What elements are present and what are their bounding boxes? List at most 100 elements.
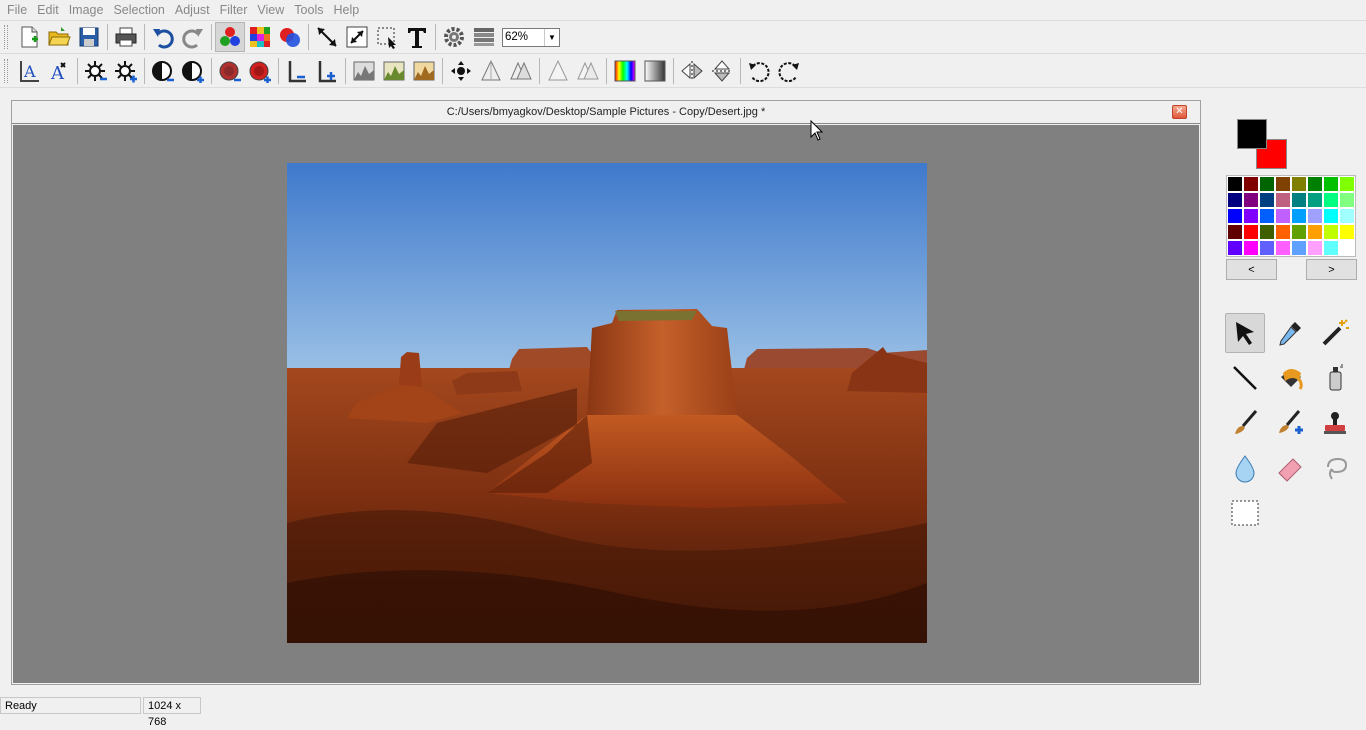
palette-swatch[interactable] [1323, 208, 1339, 224]
contrast-increase-button[interactable] [178, 56, 208, 86]
move-cross-button[interactable] [446, 56, 476, 86]
eyedropper-tool[interactable] [1270, 313, 1310, 353]
histogram-gray-button[interactable] [349, 56, 379, 86]
palette-swatch[interactable] [1291, 208, 1307, 224]
spray-can-tool[interactable] [1315, 358, 1355, 398]
brush-tool[interactable] [1225, 403, 1265, 443]
rect-select-tool[interactable] [1225, 493, 1265, 533]
brightness-increase-button[interactable] [111, 56, 141, 86]
palette-swatch[interactable] [1259, 192, 1275, 208]
palette-swatch[interactable] [1291, 224, 1307, 240]
auto-contrast-button[interactable]: A [44, 56, 74, 86]
contrast-decrease-button[interactable] [148, 56, 178, 86]
menu-adjust[interactable]: Adjust [170, 0, 215, 20]
open-button[interactable] [44, 22, 74, 52]
palette-swatch[interactable] [1291, 240, 1307, 256]
palette-swatch[interactable] [1323, 224, 1339, 240]
document-title-bar[interactable]: C:/Users/bmyagkov/Desktop/Sample Picture… [12, 101, 1200, 124]
palette-swatch[interactable] [1227, 240, 1243, 256]
palette-swatch[interactable] [1259, 240, 1275, 256]
palette-swatch[interactable] [1307, 176, 1323, 192]
menu-edit[interactable]: Edit [32, 0, 64, 20]
blur-more-button[interactable] [573, 56, 603, 86]
palette-swatch[interactable] [1275, 240, 1291, 256]
save-button[interactable] [74, 22, 104, 52]
resize-button[interactable] [342, 22, 372, 52]
flip-vertical-button[interactable] [707, 56, 737, 86]
levels-decrease-button[interactable] [282, 56, 312, 86]
sharpen-more-button[interactable] [506, 56, 536, 86]
palette-swatch[interactable] [1275, 224, 1291, 240]
palette-swatch[interactable] [1339, 224, 1355, 240]
zoom-select[interactable]: 62% ▼ [502, 27, 560, 47]
select-crop-button[interactable] [372, 22, 402, 52]
eraser-tool[interactable] [1270, 448, 1310, 488]
clone-brush-tool[interactable] [1270, 403, 1310, 443]
palette-swatch[interactable] [1259, 208, 1275, 224]
menu-view[interactable]: View [252, 0, 289, 20]
histogram-brown-button[interactable] [409, 56, 439, 86]
desert-photo[interactable] [287, 163, 927, 643]
rotate-left-button[interactable] [744, 56, 774, 86]
rotate-right-button[interactable] [774, 56, 804, 86]
menu-filter[interactable]: Filter [215, 0, 253, 20]
undo-button[interactable] [148, 22, 178, 52]
print-button[interactable] [111, 22, 141, 52]
palette-swatch[interactable] [1243, 176, 1259, 192]
saturation-increase-button[interactable] [245, 56, 275, 86]
menu-help[interactable]: Help [328, 0, 364, 20]
palette-swatch[interactable] [1339, 208, 1355, 224]
close-document-button[interactable]: ✕ [1172, 105, 1187, 119]
palette-swatch[interactable] [1307, 208, 1323, 224]
palette-swatch[interactable] [1339, 192, 1355, 208]
menu-selection[interactable]: Selection [108, 0, 169, 20]
menu-tools[interactable]: Tools [289, 0, 328, 20]
lasso-tool[interactable] [1315, 448, 1355, 488]
image-canvas[interactable] [13, 125, 1199, 683]
palette-swatch[interactable] [1227, 176, 1243, 192]
palette-swatch[interactable] [1259, 224, 1275, 240]
palette-swatch[interactable] [1243, 208, 1259, 224]
palette-swatch[interactable] [1307, 192, 1323, 208]
palette-prev-button[interactable]: < [1226, 259, 1277, 280]
rainbow-gradient-button[interactable] [610, 56, 640, 86]
palette-swatch[interactable] [1275, 176, 1291, 192]
water-drop-tool[interactable] [1225, 448, 1265, 488]
magic-wand-tool[interactable] [1315, 313, 1355, 353]
new-button[interactable] [14, 22, 44, 52]
menu-file[interactable]: File [2, 0, 32, 20]
palette-swatch[interactable] [1291, 176, 1307, 192]
palette-swatch[interactable] [1227, 224, 1243, 240]
fill-bucket-tool[interactable] [1270, 358, 1310, 398]
settings-button[interactable] [439, 22, 469, 52]
brightness-decrease-button[interactable] [81, 56, 111, 86]
flip-horizontal-button[interactable] [677, 56, 707, 86]
palette-swatch[interactable] [1323, 192, 1339, 208]
palette-swatch[interactable] [1339, 176, 1355, 192]
color-mix-button[interactable] [275, 22, 305, 52]
stamp-tool[interactable] [1315, 403, 1355, 443]
histogram-green-button[interactable] [379, 56, 409, 86]
redo-button[interactable] [178, 22, 208, 52]
palette-swatch[interactable] [1243, 240, 1259, 256]
gray-gradient-button[interactable] [640, 56, 670, 86]
palette-next-button[interactable]: > [1306, 259, 1357, 280]
palette-swatch[interactable] [1259, 176, 1275, 192]
layers-button[interactable] [469, 22, 499, 52]
sharpen-button[interactable] [476, 56, 506, 86]
color-channels-button[interactable] [215, 22, 245, 52]
blur-button[interactable] [543, 56, 573, 86]
palette-swatch[interactable] [1323, 240, 1339, 256]
palette-swatch[interactable] [1323, 176, 1339, 192]
chevron-down-icon[interactable]: ▼ [544, 28, 559, 46]
palette-swatch[interactable] [1307, 224, 1323, 240]
line-tool[interactable] [1225, 358, 1265, 398]
palette-swatch[interactable] [1307, 240, 1323, 256]
palette-swatch[interactable] [1243, 192, 1259, 208]
palette-swatch[interactable] [1275, 208, 1291, 224]
move-button[interactable] [312, 22, 342, 52]
palette-swatch[interactable] [1227, 208, 1243, 224]
palette-swatch[interactable] [1227, 192, 1243, 208]
levels-increase-button[interactable] [312, 56, 342, 86]
toolbar-grip[interactable] [4, 58, 8, 83]
